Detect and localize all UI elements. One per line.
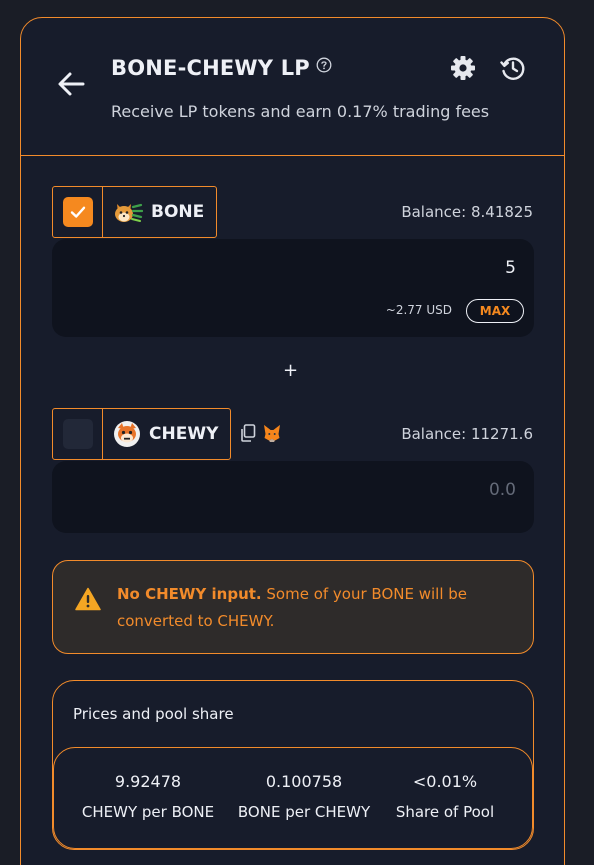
stat-bone-per-chewy: 0.100758 BONE per CHEWY bbox=[234, 772, 374, 821]
stat-label: BONE per CHEWY bbox=[237, 803, 371, 821]
stat-label: Share of Pool bbox=[395, 803, 495, 821]
plus-sign: + bbox=[283, 360, 299, 381]
max-button[interactable]: MAX bbox=[466, 299, 524, 323]
warning-icon bbox=[75, 587, 101, 611]
token-a-amount-box[interactable]: 5 ~2.77 USD MAX bbox=[52, 239, 534, 337]
warning-text: No CHEWY input. Some of your BONE will b… bbox=[117, 581, 517, 635]
warning-bold: No CHEWY input. bbox=[117, 585, 262, 603]
pool-stats: 9.92478 CHEWY per BONE 0.100758 BONE per… bbox=[53, 747, 533, 849]
back-arrow-icon[interactable] bbox=[55, 68, 87, 100]
check-icon bbox=[70, 206, 85, 218]
token-b-balance: Balance: 11271.6 bbox=[401, 425, 533, 443]
stat-share-of-pool: <0.01% Share of Pool bbox=[390, 772, 500, 821]
token-a-usd-value: ~2.77 USD bbox=[385, 303, 452, 317]
token-b-amount-input[interactable]: 0.0 bbox=[489, 480, 516, 500]
stat-chewy-per-bone: 9.92478 CHEWY per BONE bbox=[80, 772, 216, 821]
metamask-icon[interactable] bbox=[262, 423, 282, 443]
page-title: BONE-CHEWY LP bbox=[111, 56, 310, 80]
gear-icon[interactable] bbox=[449, 54, 477, 82]
token-a-selector: BONE bbox=[52, 186, 218, 238]
pool-share-title: Prices and pool share bbox=[73, 705, 234, 723]
token-a-name: BONE bbox=[151, 202, 205, 222]
token-a-button[interactable]: BONE bbox=[103, 187, 216, 237]
token-b-checkbox-cell[interactable] bbox=[53, 409, 103, 459]
token-b-button[interactable]: CHEWY bbox=[103, 409, 230, 459]
add-liquidity-card: BONE-CHEWY LP Receive LP tokens and earn… bbox=[20, 17, 565, 865]
title-row: BONE-CHEWY LP bbox=[111, 56, 332, 80]
stat-value: 9.92478 bbox=[114, 772, 182, 791]
stat-label: CHEWY per BONE bbox=[81, 803, 215, 821]
card-header: BONE-CHEWY LP Receive LP tokens and earn… bbox=[21, 18, 564, 156]
stat-value: 0.100758 bbox=[265, 772, 343, 791]
token-a-checkbox[interactable] bbox=[62, 197, 93, 227]
token-b-name: CHEWY bbox=[149, 424, 219, 444]
help-icon[interactable] bbox=[316, 57, 332, 73]
stat-value: <0.01% bbox=[412, 772, 478, 791]
token-a-checkbox-cell[interactable] bbox=[53, 187, 103, 237]
chewy-token-icon bbox=[114, 421, 140, 447]
page-subtitle: Receive LP tokens and earn 0.17% trading… bbox=[111, 102, 490, 121]
history-icon[interactable] bbox=[499, 54, 527, 82]
token-a-balance: Balance: 8.41825 bbox=[401, 203, 533, 221]
token-b-amount-box[interactable]: 0.0 bbox=[52, 461, 534, 533]
token-b-selector: CHEWY bbox=[52, 408, 232, 460]
pool-share-panel: Prices and pool share 9.92478 CHEWY per … bbox=[52, 680, 534, 850]
copy-icon[interactable] bbox=[238, 423, 258, 443]
warning-banner: No CHEWY input. Some of your BONE will b… bbox=[52, 560, 534, 654]
bone-token-icon bbox=[115, 203, 143, 222]
token-a-amount-input[interactable]: 5 bbox=[505, 258, 516, 278]
token-b-checkbox[interactable] bbox=[62, 419, 93, 449]
